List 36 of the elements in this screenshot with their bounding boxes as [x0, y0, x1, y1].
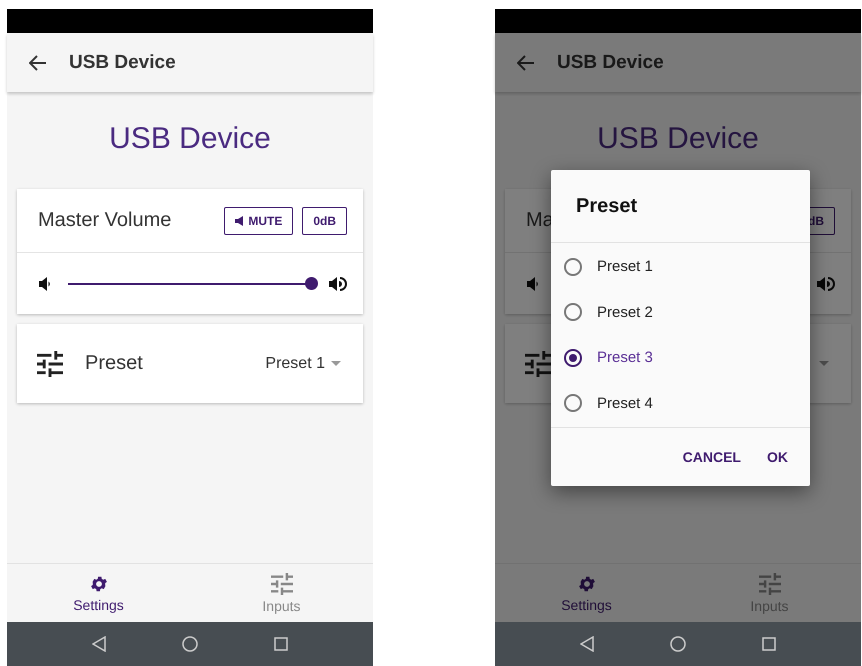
preset-option[interactable]: Preset 3: [551, 335, 810, 380]
back-triangle-icon[interactable]: [92, 636, 106, 652]
speaker-high-icon: [329, 276, 347, 292]
back-arrow-icon[interactable]: [29, 54, 47, 70]
back-triangle-icon[interactable]: [580, 636, 594, 652]
speaker-low-icon: [39, 276, 51, 290]
sliders-icon: [758, 572, 780, 594]
preset-card[interactable]: Preset Preset 1: [17, 324, 363, 403]
dropdown-caret-icon[interactable]: [331, 361, 341, 366]
zero-db-button[interactable]: 0dB: [302, 206, 347, 234]
preset-label: Preset: [85, 352, 144, 375]
preset-option[interactable]: Preset 1: [551, 244, 810, 290]
cancel-button[interactable]: CANCEL: [672, 441, 751, 473]
preset-value[interactable]: Preset 1: [265, 354, 325, 372]
recents-square-icon[interactable]: [274, 637, 288, 651]
speaker-low-icon: [527, 276, 539, 290]
preset-option[interactable]: Preset 4: [551, 380, 810, 426]
preset-option[interactable]: Preset 2: [551, 290, 810, 335]
sliders-icon: [525, 350, 551, 376]
sliders-icon: [270, 572, 292, 594]
dialog-title: Preset: [576, 194, 638, 218]
app-bar-title: USB Device: [69, 52, 176, 74]
mute-button[interactable]: MUTE: [224, 206, 294, 234]
home-circle-icon[interactable]: [182, 636, 198, 652]
nav-tab[interactable]: Settings: [495, 564, 678, 622]
sliders-icon: [37, 350, 63, 376]
device-heading: USB Device: [596, 122, 760, 156]
speaker-icon: [235, 216, 244, 226]
recents-square-icon[interactable]: [762, 637, 776, 651]
ok-button[interactable]: OK: [757, 441, 798, 473]
nav-tab[interactable]: Settings: [7, 564, 190, 622]
app-bar-title: USB Device: [557, 52, 664, 74]
device-heading: USB Device: [108, 122, 272, 156]
home-circle-icon[interactable]: [670, 636, 686, 652]
volume-label: Master Volume: [38, 209, 172, 232]
speaker-high-icon: [817, 276, 835, 292]
